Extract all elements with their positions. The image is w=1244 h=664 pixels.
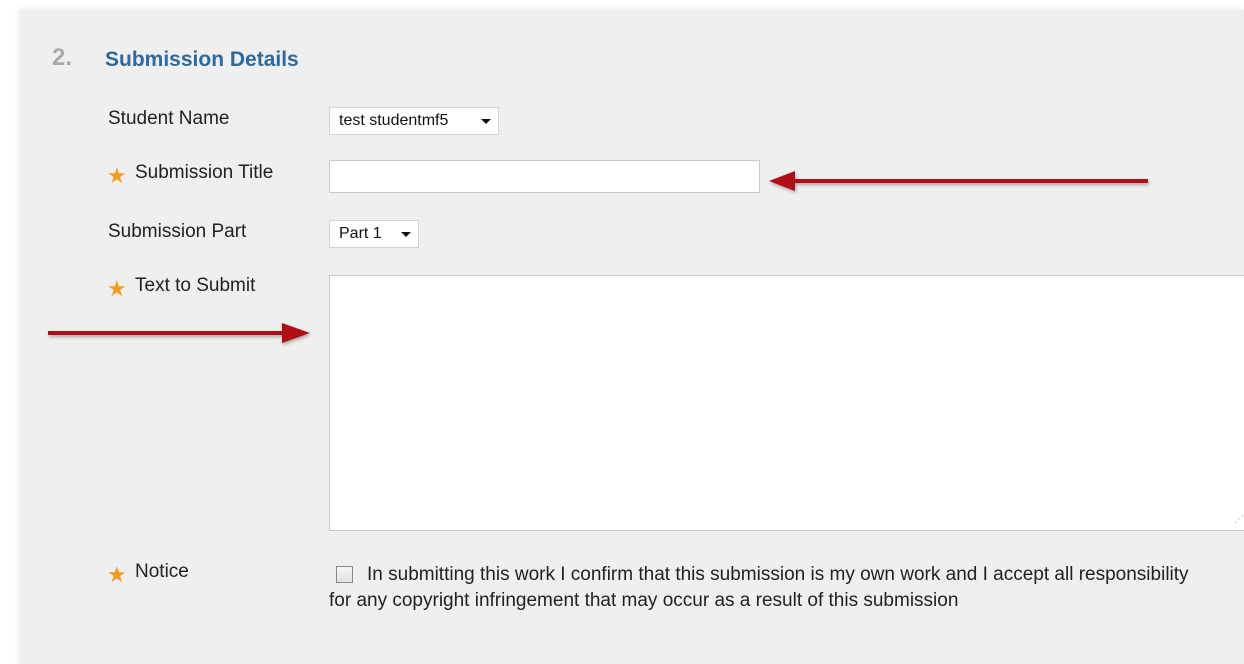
submission-part-selected-value: Part 1	[339, 225, 382, 242]
annotation-arrow-text	[48, 323, 310, 343]
required-star-icon: ★	[107, 276, 127, 301]
notice-checkbox[interactable]	[336, 566, 353, 583]
text-to-submit-label: Text to Submit	[135, 275, 256, 296]
section-title: Submission Details	[105, 48, 299, 71]
step-number: 2.	[52, 44, 73, 71]
submission-part-select[interactable]: Part 1	[329, 220, 419, 248]
submission-title-input[interactable]	[329, 160, 760, 193]
annotation-arrow-title	[769, 171, 1148, 191]
required-star-icon: ★	[107, 562, 127, 587]
resize-grip-icon[interactable]: ⋰	[1234, 514, 1244, 525]
submission-part-label: Submission Part	[108, 221, 247, 242]
submission-title-label: Submission Title	[135, 162, 274, 183]
text-to-submit-textarea[interactable]	[329, 275, 1244, 531]
chevron-down-icon	[481, 119, 491, 124]
chevron-down-icon	[401, 232, 411, 237]
student-name-selected-value: test studentmf5	[339, 112, 449, 129]
required-star-icon: ★	[107, 163, 127, 188]
student-name-label: Student Name	[108, 108, 230, 129]
notice-statement: In submitting this work I confirm that t…	[329, 564, 1189, 611]
notice-label: Notice	[135, 561, 189, 582]
student-name-select[interactable]: test studentmf5	[329, 107, 499, 135]
